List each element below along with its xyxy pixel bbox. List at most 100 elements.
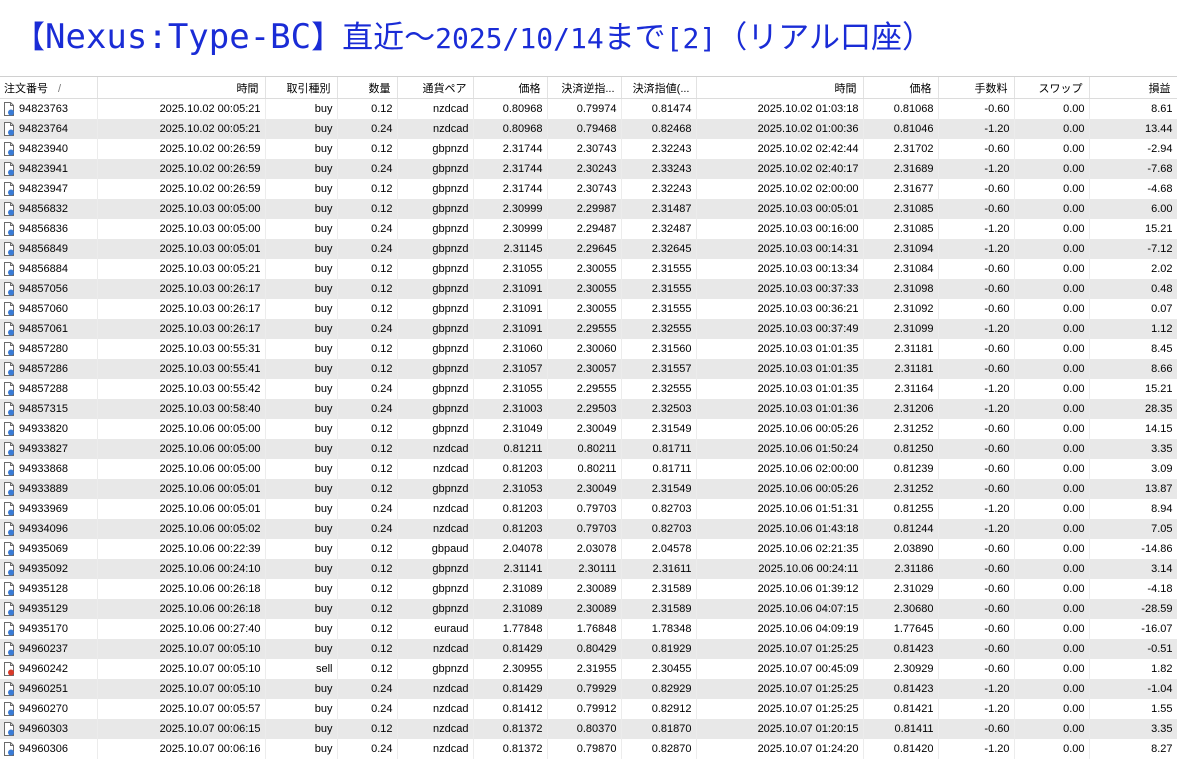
table-row[interactable]: 94857061 2025.10.03 00:26:17 buy 0.24 gbpnzd… bbox=[0, 319, 1177, 339]
cell-order: 94856849 bbox=[0, 239, 98, 259]
buy-order-icon bbox=[3, 462, 15, 476]
table-row[interactable]: 94934096 2025.10.06 00:05:02 buy 0.24 nzdcad… bbox=[0, 519, 1177, 539]
cell-order: 94960237 bbox=[0, 639, 98, 659]
cell-order: 94933868 bbox=[0, 459, 98, 479]
table-row[interactable]: 94857056 2025.10.03 00:26:17 buy 0.12 gbpnzd… bbox=[0, 279, 1177, 299]
cell-type: buy bbox=[265, 279, 338, 299]
table-row[interactable]: 94960242 2025.10.07 00:05:10 sell 0.12 gbpnz… bbox=[0, 659, 1177, 679]
table-row[interactable]: 94960303 2025.10.07 00:06:15 buy 0.12 nzdcad… bbox=[0, 719, 1177, 739]
table-row[interactable]: 94857286 2025.10.03 00:55:41 buy 0.12 gbpnzd… bbox=[0, 359, 1177, 379]
table-row[interactable]: 94935128 2025.10.06 00:26:18 buy 0.12 gbpnzd… bbox=[0, 579, 1177, 599]
cell-type: buy bbox=[265, 159, 338, 179]
cell-swap: 0.00 bbox=[1014, 459, 1090, 479]
table-row[interactable]: 94933969 2025.10.06 00:05:01 buy 0.24 nzdcad… bbox=[0, 499, 1177, 519]
cell-close-time: 2025.10.07 01:25:25 bbox=[696, 679, 864, 699]
column-header-type[interactable]: 取引種別 bbox=[265, 77, 338, 99]
cell-order: 94857286 bbox=[0, 359, 98, 379]
cell-open-price: 0.80968 bbox=[473, 119, 548, 139]
column-header-stop-loss[interactable]: 決済逆指... bbox=[547, 77, 622, 99]
order-number: 94823941 bbox=[19, 163, 68, 175]
column-header-profit[interactable]: 損益 bbox=[1089, 77, 1177, 99]
table-row[interactable]: 94857280 2025.10.03 00:55:31 buy 0.12 gbpnzd… bbox=[0, 339, 1177, 359]
cell-symbol: nzdcad bbox=[397, 499, 474, 519]
order-number: 94857056 bbox=[19, 283, 68, 295]
cell-open-time: 2025.10.06 00:05:00 bbox=[97, 439, 266, 459]
cell-open-time: 2025.10.06 00:27:40 bbox=[97, 619, 266, 639]
cell-profit: 15.21 bbox=[1089, 219, 1177, 239]
order-number: 94823940 bbox=[19, 143, 68, 155]
table-row[interactable]: 94935092 2025.10.06 00:24:10 buy 0.12 gbpnzd… bbox=[0, 559, 1177, 579]
cell-close-time: 2025.10.06 01:39:12 bbox=[696, 579, 864, 599]
table-row[interactable]: 94933889 2025.10.06 00:05:01 buy 0.12 gbpnzd… bbox=[0, 479, 1177, 499]
column-header-take-profit[interactable]: 決済指値(... bbox=[621, 77, 697, 99]
table-row[interactable]: 94857288 2025.10.03 00:55:42 buy 0.24 gbpnzd… bbox=[0, 379, 1177, 399]
cell-open-price: 2.30999 bbox=[473, 219, 548, 239]
table-row[interactable]: 94823763 2025.10.02 00:05:21 buy 0.12 nzdcad… bbox=[0, 98, 1177, 119]
table-row[interactable]: 94823941 2025.10.02 00:26:59 buy 0.24 gbpnzd… bbox=[0, 159, 1177, 179]
order-number: 94935128 bbox=[19, 583, 68, 595]
table-row[interactable]: 94933827 2025.10.06 00:05:00 buy 0.12 nzdcad… bbox=[0, 439, 1177, 459]
cell-stop-loss: 2.30055 bbox=[547, 299, 622, 319]
cell-open-price: 2.31003 bbox=[473, 399, 548, 419]
column-header-volume[interactable]: 数量 bbox=[337, 77, 398, 99]
cell-take-profit: 2.31549 bbox=[621, 419, 697, 439]
table-row[interactable]: 94960251 2025.10.07 00:05:10 buy 0.24 nzdcad… bbox=[0, 679, 1177, 699]
order-number: 94935170 bbox=[19, 623, 68, 635]
table-row[interactable]: 94857315 2025.10.03 00:58:40 buy 0.24 gbpnzd… bbox=[0, 399, 1177, 419]
table-row[interactable]: 94823764 2025.10.02 00:05:21 buy 0.24 nzdcad… bbox=[0, 119, 1177, 139]
cell-profit: 8.27 bbox=[1089, 739, 1177, 759]
cell-close-time: 2025.10.03 00:05:01 bbox=[696, 199, 864, 219]
table-row[interactable]: 94856849 2025.10.03 00:05:01 buy 0.24 gbpnzd… bbox=[0, 239, 1177, 259]
column-header-order[interactable]: 注文番号 / bbox=[0, 77, 98, 99]
table-row[interactable]: 94857060 2025.10.03 00:26:17 buy 0.12 gbpnzd… bbox=[0, 299, 1177, 319]
cell-swap: 0.00 bbox=[1014, 299, 1090, 319]
table-row[interactable]: 94933820 2025.10.06 00:05:00 buy 0.12 gbpnzd… bbox=[0, 419, 1177, 439]
order-number: 94856832 bbox=[19, 203, 68, 215]
cell-symbol: gbpnzd bbox=[397, 239, 474, 259]
table-row[interactable]: 94856884 2025.10.03 00:05:21 buy 0.12 gbpnzd… bbox=[0, 259, 1177, 279]
table-row[interactable]: 94935129 2025.10.06 00:26:18 buy 0.12 gbpnzd… bbox=[0, 599, 1177, 619]
cell-close-price: 2.31186 bbox=[863, 559, 939, 579]
column-header-open-price[interactable]: 価格 bbox=[473, 77, 548, 99]
cell-take-profit: 2.33243 bbox=[621, 159, 697, 179]
table-row[interactable]: 94960270 2025.10.07 00:05:57 buy 0.24 nzdcad… bbox=[0, 699, 1177, 719]
cell-stop-loss: 0.79703 bbox=[547, 499, 622, 519]
cell-order: 94857060 bbox=[0, 299, 98, 319]
table-row[interactable]: 94960306 2025.10.07 00:06:16 buy 0.24 nzdcad… bbox=[0, 739, 1177, 759]
cell-commission: -0.60 bbox=[938, 179, 1015, 199]
cell-volume: 0.24 bbox=[337, 519, 398, 539]
table-row[interactable]: 94823940 2025.10.02 00:26:59 buy 0.12 gbpnzd… bbox=[0, 139, 1177, 159]
cell-close-time: 2025.10.02 01:00:36 bbox=[696, 119, 864, 139]
cell-take-profit: 1.78348 bbox=[621, 619, 697, 639]
cell-symbol: gbpnzd bbox=[397, 319, 474, 339]
cell-symbol: gbpaud bbox=[397, 539, 474, 559]
table-row[interactable]: 94960237 2025.10.07 00:05:10 buy 0.12 nzdcad… bbox=[0, 639, 1177, 659]
title-account: リアル口座 bbox=[747, 20, 902, 56]
table-row[interactable]: 94935170 2025.10.06 00:27:40 buy 0.12 euraud… bbox=[0, 619, 1177, 639]
table-row[interactable]: 94856832 2025.10.03 00:05:00 buy 0.12 gbpnzd… bbox=[0, 199, 1177, 219]
cell-stop-loss: 2.30049 bbox=[547, 419, 622, 439]
column-header-commission[interactable]: 手数料 bbox=[938, 77, 1015, 99]
column-header-close-price[interactable]: 価格 bbox=[863, 77, 939, 99]
cell-volume: 0.12 bbox=[337, 199, 398, 219]
cell-take-profit: 0.82468 bbox=[621, 119, 697, 139]
cell-open-price: 2.31089 bbox=[473, 579, 548, 599]
column-header-open-time[interactable]: 時間 bbox=[97, 77, 266, 99]
order-number: 94960251 bbox=[19, 683, 68, 695]
cell-commission: -1.20 bbox=[938, 739, 1015, 759]
cell-close-price: 0.81423 bbox=[863, 639, 939, 659]
table-row[interactable]: 94935069 2025.10.06 00:22:39 buy 0.12 gbpaud… bbox=[0, 539, 1177, 559]
cell-take-profit: 2.31487 bbox=[621, 199, 697, 219]
table-row[interactable]: 94933868 2025.10.06 00:05:00 buy 0.12 nzdcad… bbox=[0, 459, 1177, 479]
table-row[interactable]: 94856836 2025.10.03 00:05:00 buy 0.24 gbpnzd… bbox=[0, 219, 1177, 239]
cell-close-price: 2.31164 bbox=[863, 379, 939, 399]
column-header-close-time[interactable]: 時間 bbox=[696, 77, 864, 99]
cell-open-price: 2.31744 bbox=[473, 159, 548, 179]
cell-order: 94823763 bbox=[0, 98, 98, 119]
cell-close-time: 2025.10.06 04:07:15 bbox=[696, 599, 864, 619]
column-header-symbol[interactable]: 通貨ペア bbox=[397, 77, 474, 99]
table-row[interactable]: 94823947 2025.10.02 00:26:59 buy 0.12 gbpnzd… bbox=[0, 179, 1177, 199]
column-header-swap[interactable]: スワップ bbox=[1014, 77, 1090, 99]
cell-volume: 0.12 bbox=[337, 639, 398, 659]
title-bracket-open: 【 bbox=[14, 20, 45, 56]
